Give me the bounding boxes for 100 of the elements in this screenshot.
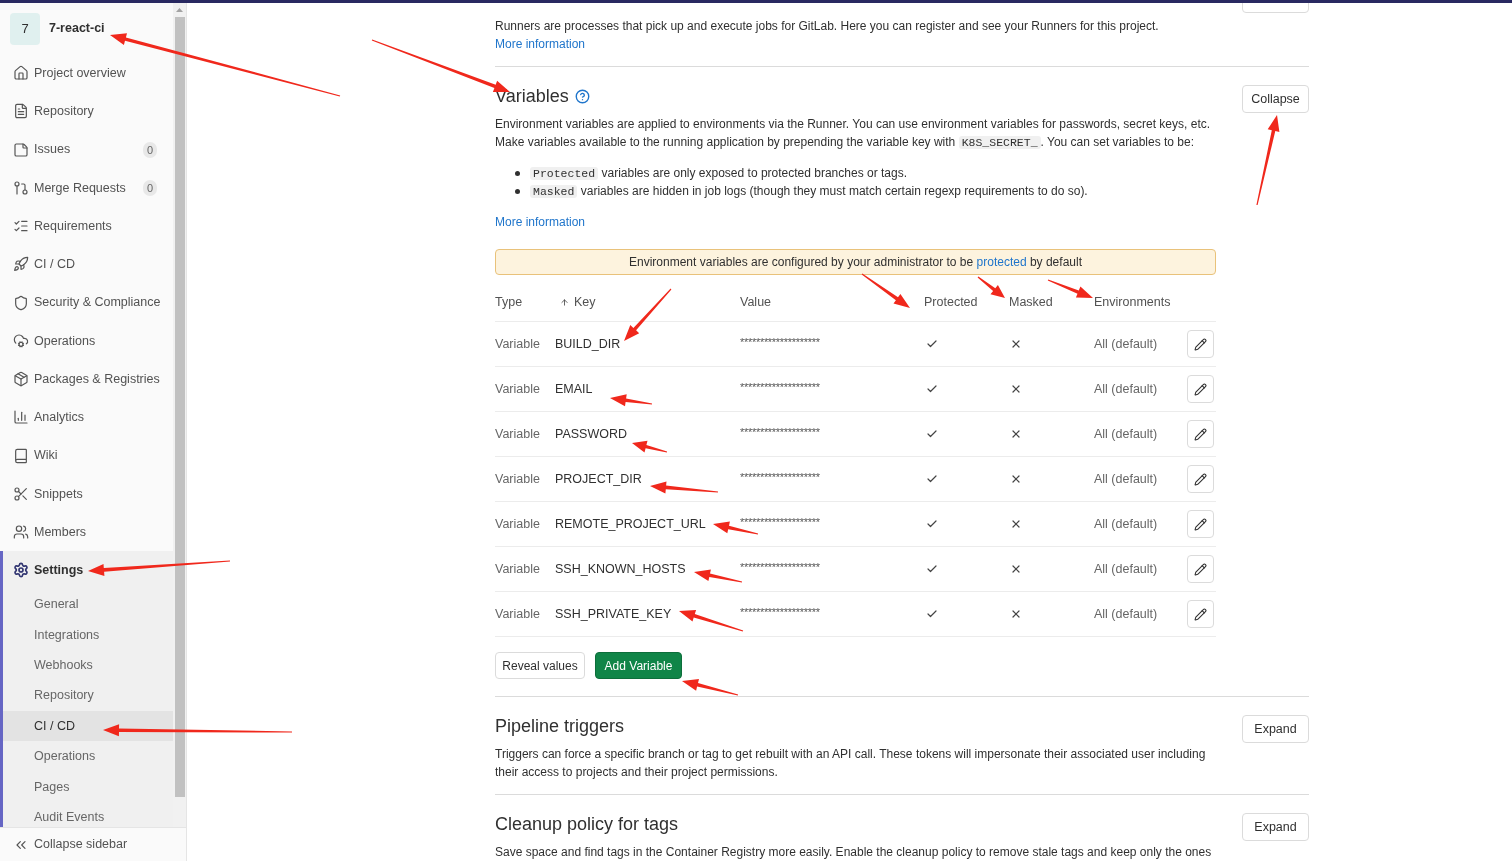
sidebar-subitem[interactable]: CI / CD [3, 711, 174, 742]
cloud-gear-icon [13, 332, 29, 349]
edit-button[interactable] [1187, 510, 1214, 538]
book-icon [13, 447, 29, 464]
sidebar-subitem[interactable]: Repository [3, 680, 174, 712]
edit-button[interactable] [1187, 465, 1214, 493]
sidebar-subitem[interactable]: Integrations [3, 619, 174, 651]
add-variable-button[interactable]: Add Variable [595, 652, 682, 679]
sort-arrow-icon[interactable] [560, 297, 569, 308]
settings-icon [13, 562, 29, 579]
bar-chart-icon [13, 409, 29, 426]
column-header: Protected [924, 294, 978, 312]
table-cell-text: BUILD_DIR [555, 335, 621, 353]
column-header: Environments [1094, 294, 1171, 312]
table-cell-text: All (default) [1094, 425, 1158, 443]
table-cell-text: Variable [495, 515, 540, 533]
collapse-sidebar-button[interactable]: Collapse sidebar [0, 827, 186, 861]
sidebar-item[interactable]: CI / CD [0, 245, 174, 284]
sidebar-item[interactable]: Packages & Registries [0, 360, 174, 399]
rocket-icon [13, 256, 29, 273]
reveal-values-button[interactable]: Reveal values [495, 652, 585, 679]
sidebar-subitem[interactable]: Operations [3, 741, 174, 772]
sidebar-item[interactable]: Repository [0, 92, 174, 131]
more-information-link[interactable]: More information [495, 213, 586, 231]
annotation-arrow [682, 679, 739, 696]
sidebar-item[interactable]: Security & Compliance [0, 283, 174, 322]
edit-button[interactable] [1187, 330, 1214, 358]
edit-button[interactable] [1187, 600, 1214, 628]
expand-button[interactable]: Expand [1242, 715, 1309, 743]
sidebar-subitem[interactable]: Audit Events [3, 802, 174, 827]
bullet-icon [515, 170, 520, 176]
table-cell-text: REMOTE_PROJECT_URL [555, 515, 706, 533]
table-cell-text: SSH_KNOWN_HOSTS [555, 560, 686, 578]
pencil-icon [1194, 562, 1207, 576]
bullet-icon [515, 188, 520, 194]
sidebar-item[interactable]: Project overview [0, 54, 174, 93]
column-header: Type [495, 294, 523, 312]
shield-icon [13, 294, 29, 311]
section-title: Cleanup policy for tags [495, 813, 679, 836]
masked-value: ******************** [740, 604, 820, 620]
sidebar-item[interactable]: Settings [3, 551, 174, 590]
users-icon [13, 524, 29, 541]
sidebar-item[interactable]: Operations [0, 321, 174, 360]
annotation-arrow [679, 610, 744, 632]
section-title: Pipeline triggers [495, 715, 625, 738]
sidebar-item[interactable]: Issues 0 [0, 130, 174, 169]
annotation-arrow [610, 394, 653, 407]
project-name[interactable]: 7-react-ci [49, 19, 105, 38]
annotation-arrow [861, 273, 910, 308]
annotation-arrow [713, 521, 759, 535]
sidebar-item[interactable]: Wiki [0, 436, 174, 475]
column-header[interactable]: Key [574, 293, 596, 312]
more-information-link[interactable]: More information [495, 37, 586, 51]
table-cell-text: PASSWORD [555, 425, 627, 443]
annotation-arrow [632, 440, 668, 453]
table-cell-text: Variable [495, 380, 540, 398]
sidebar-item[interactable]: Members [0, 513, 174, 552]
bullet-text: Protected variables are only exposed to protected branches or tags. [530, 164, 907, 182]
sidebar-item[interactable]: Analytics [0, 398, 174, 437]
sidebar-subitem[interactable]: General [3, 589, 174, 620]
collapse-button[interactable]: Collapse [1242, 85, 1309, 113]
banner-text: Environment variables are configured by your administrator to be protected by default [629, 254, 1082, 271]
masked-value: ******************** [740, 334, 820, 350]
scrollbar-thumb[interactable] [174, 17, 185, 797]
table-cell-text: Variable [495, 335, 540, 353]
expand-button[interactable]: Expand [1242, 813, 1309, 841]
scissors-icon [13, 485, 29, 502]
package-icon [13, 371, 29, 388]
sidebar-item[interactable]: Requirements [0, 207, 174, 246]
table-cell-text: PROJECT_DIR [555, 470, 642, 488]
section-title: Variables [495, 85, 569, 108]
sidebar-item[interactable]: Merge Requests 0 [0, 168, 174, 207]
pencil-icon [1194, 517, 1207, 531]
annotation-arrow [650, 481, 719, 494]
section-description: Triggers can force a specific branch or tag to get rebuilt with an API call. These tokens will impersonate their associated user including their access to projects and their project permissions. [495, 746, 1207, 781]
sidebar-subitem[interactable]: Pages [3, 771, 174, 803]
masked-value: ******************** [740, 514, 820, 530]
project-avatar: 7 [10, 12, 40, 45]
edit-button[interactable] [1187, 555, 1214, 583]
masked-value: ******************** [740, 559, 820, 575]
sidebar-subitem[interactable]: Webhooks [3, 650, 174, 681]
table-cell-text: All (default) [1094, 335, 1158, 353]
table-cell-text: SSH_PRIVATE_KEY [555, 605, 672, 623]
masked-value: ******************** [740, 469, 820, 485]
edit-button[interactable] [1187, 375, 1214, 403]
table-cell-text: Variable [495, 605, 540, 623]
table-cell-text: All (default) [1094, 380, 1158, 398]
annotation-arrow [1047, 279, 1093, 298]
help-icon[interactable] [574, 88, 590, 104]
table-cell-text: All (default) [1094, 560, 1158, 578]
merge-request-icon [13, 179, 29, 196]
table-cell-text: Variable [495, 425, 540, 443]
sidebar-item[interactable]: Snippets [0, 474, 174, 513]
table-cell-text: All (default) [1094, 605, 1158, 623]
section-description: Runners are processes that pick up and execute jobs for GitLab. Here you can register and see your Runners for this project. More information [495, 18, 1160, 53]
protected-link[interactable]: protected [976, 255, 1027, 269]
edit-button[interactable] [1187, 420, 1214, 448]
section-description: Save space and find tags in the Container Registry more easily. Enable the cleanup policy to remove stale tags and keep only the ones [495, 844, 1213, 861]
table-cell-text: EMAIL [555, 380, 593, 398]
table-cell-text: All (default) [1094, 470, 1158, 488]
